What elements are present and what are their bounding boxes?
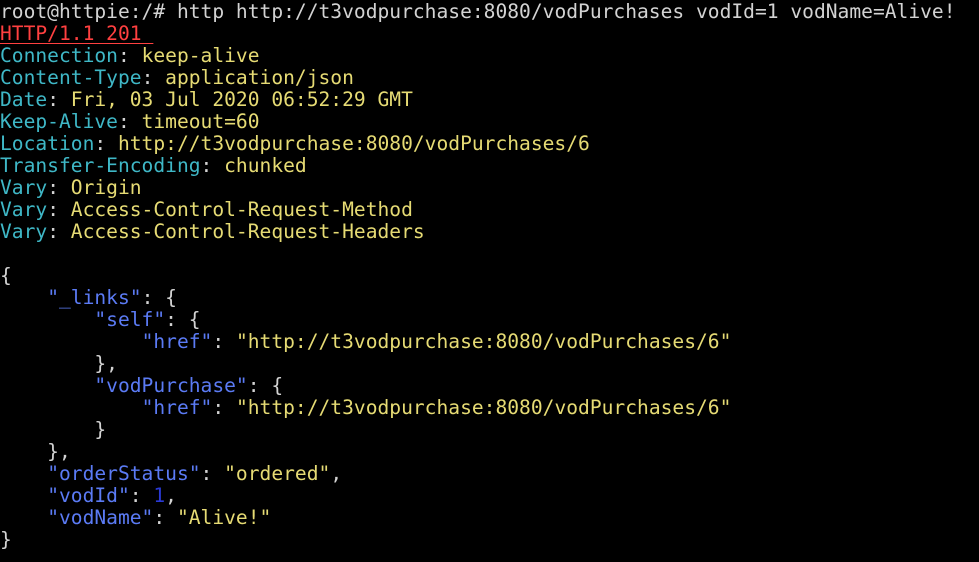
json-key: "vodId" [47, 484, 130, 507]
json-line: "self": { [94, 308, 201, 331]
json-key: "_links" [47, 286, 142, 309]
json-string-value: "http://t3vodpurchase:8080/vodPurchases/… [235, 330, 732, 353]
json-line: "vodId": 1, [47, 484, 177, 507]
json-line: "vodPurchase": { [94, 374, 284, 397]
json-line: "_links": { [47, 286, 177, 309]
header-line: Vary: Access-Control-Request-Method [0, 198, 413, 221]
http-status: HTTP/1.1 201 [0, 22, 154, 45]
json-line: "href": "http://t3vodpurchase:8080/vodPu… [141, 396, 732, 419]
json-line: "href": "http://t3vodpurchase:8080/vodPu… [141, 330, 732, 353]
json-string-value: "http://t3vodpurchase:8080/vodPurchases/… [235, 396, 732, 419]
header-name: Connection [0, 44, 118, 67]
json-string-value: "ordered" [224, 462, 331, 485]
json-number-value: 1 [153, 484, 166, 507]
terminal-window[interactable]: root@httpie:/# http http://t3vodpurchase… [0, 0, 979, 562]
header-line: Location: http://t3vodpurchase:8080/vodP… [0, 132, 590, 155]
header-name: Vary [0, 220, 48, 243]
json-line: "vodName": "Alive!" [47, 506, 272, 529]
header-name: Vary [0, 176, 48, 199]
header-name: Transfer-Encoding [0, 154, 201, 177]
header-line: Vary: Access-Control-Request-Headers [0, 220, 425, 243]
header-name: Vary [0, 198, 48, 221]
header-value: Access-Control-Request-Method [70, 198, 413, 221]
header-line: Transfer-Encoding: chunked [0, 154, 307, 177]
header-value: chunked [224, 154, 307, 177]
json-line: }, [0, 440, 71, 463]
json-key: "vodName" [47, 506, 154, 529]
json-string-value: "Alive!" [176, 506, 272, 529]
json-line: "orderStatus": "ordered", [47, 462, 343, 485]
json-close-brace: } [0, 528, 12, 551]
json-line: }, [0, 352, 118, 375]
header-value: keep-alive [141, 44, 260, 67]
header-line: Vary: Origin [0, 176, 142, 199]
header-line: Content-Type: application/json [0, 66, 354, 89]
header-value: http://t3vodpurchase:8080/vodPurchases/6 [117, 132, 590, 155]
header-value: application/json [165, 66, 354, 89]
header-value: Fri, 03 Jul 2020 06:52:29 GMT [70, 88, 413, 111]
header-line: Connection: keep-alive [0, 44, 260, 67]
header-name: Content-Type [0, 66, 142, 89]
shell-prompt: root@httpie:/# [0, 0, 177, 23]
header-value: Origin [70, 176, 142, 199]
header-line: Date: Fri, 03 Jul 2020 06:52:29 GMT [0, 88, 413, 111]
json-key: "href" [141, 330, 213, 353]
command-text: http http://t3vodpurchase:8080/vodPurcha… [176, 0, 956, 23]
json-line: } [0, 418, 107, 441]
json-key: "vodPurchase" [94, 374, 248, 397]
header-name: Date [0, 88, 48, 111]
json-key: "orderStatus" [47, 462, 201, 485]
command-line: root@httpie:/# http http://t3vodpurchase… [0, 1, 979, 23]
header-value: timeout=60 [141, 110, 260, 133]
header-name: Keep-Alive [0, 110, 118, 133]
json-open-brace: { [0, 264, 12, 287]
json-key: "self" [94, 308, 166, 331]
json-key: "href" [141, 396, 213, 419]
header-value: Access-Control-Request-Headers [70, 220, 425, 243]
header-name: Location [0, 132, 95, 155]
header-line: Keep-Alive: timeout=60 [0, 110, 260, 133]
status-line: HTTP/1.1 201 [0, 23, 979, 45]
